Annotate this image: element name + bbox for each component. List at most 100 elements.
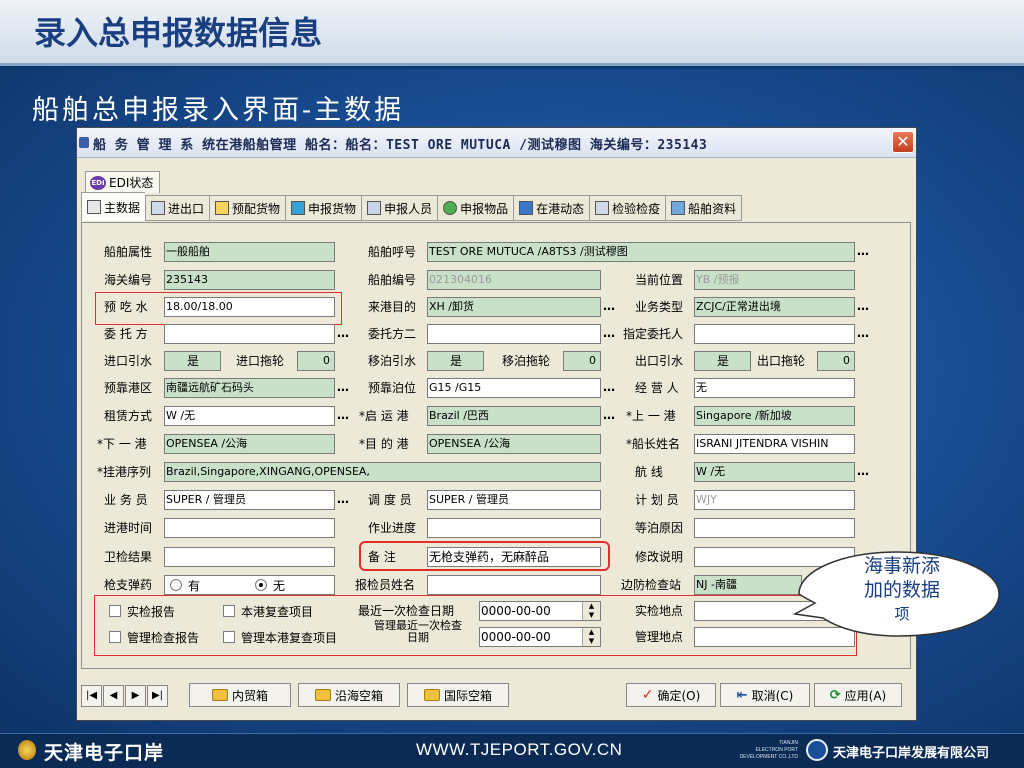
position-field[interactable]: YB /预报 xyxy=(694,270,855,290)
tab-declare-cargo[interactable]: 申报货物 xyxy=(285,195,362,221)
guns-label: 枪支弹药 xyxy=(104,578,153,592)
biz-type-field[interactable]: ZCJC/正常进出境 xyxy=(694,297,855,317)
agent1-field[interactable] xyxy=(164,324,335,344)
dispatcher-field[interactable]: SUPER / 管理员 xyxy=(427,490,601,510)
agent2-field[interactable] xyxy=(427,324,601,344)
tab-declare-goods[interactable]: 申报物品 xyxy=(437,195,514,221)
coastal-empty-box-button[interactable]: 沿海空箱 xyxy=(298,683,400,707)
customs-no-field[interactable]: 235143 xyxy=(164,270,335,290)
prev-record-button[interactable]: ◀ xyxy=(103,685,124,707)
operator-label: 经 营 人 xyxy=(635,381,679,395)
moor-pilot-field[interactable]: 是 xyxy=(427,351,484,371)
planner-field[interactable]: WJY xyxy=(694,490,855,510)
date-spinner[interactable]: ▲ ▼ xyxy=(582,628,600,646)
dest-port-label: *目 的 港 xyxy=(359,437,409,451)
import-export-icon xyxy=(151,201,166,215)
route-browse-button[interactable]: … xyxy=(856,462,870,482)
depart-port-field[interactable]: Brazil /巴西 xyxy=(427,406,601,426)
in-tug-field[interactable]: 0 xyxy=(297,351,335,371)
callout-line2: 加的数据 xyxy=(863,579,940,601)
biz-type-browse-button[interactable]: … xyxy=(856,297,870,317)
route-field[interactable]: W /无 xyxy=(694,462,855,482)
checkbox-box[interactable] xyxy=(223,631,235,643)
out-pilot-field[interactable]: 是 xyxy=(694,351,751,371)
domestic-box-button[interactable]: 内贸箱 xyxy=(189,683,291,707)
apply-button[interactable]: ⟳ 应用(A) xyxy=(814,683,902,707)
guns-option-no[interactable]: 无 xyxy=(255,575,285,595)
remark-field[interactable]: 无枪支弹药，无麻醉品 xyxy=(427,547,601,567)
next-record-button[interactable]: ▶ xyxy=(125,685,146,707)
footer-small-text: TIANJIN ELECTRON PORT DEVELOPMENT CO.,LT… xyxy=(736,740,798,761)
checkbox-box[interactable] xyxy=(109,605,121,617)
lease-field[interactable]: W /无 xyxy=(164,406,335,426)
intl-empty-box-button[interactable]: 国际空箱 xyxy=(407,683,509,707)
purpose-browse-button[interactable]: … xyxy=(602,297,616,317)
depart-port-browse-button[interactable]: … xyxy=(602,406,616,426)
berth-field[interactable]: G15 /G15 xyxy=(427,378,601,398)
last-record-button[interactable]: ▶| xyxy=(147,685,168,707)
callout-text: 海事新添 加的数据 项 xyxy=(843,554,961,626)
agent2-browse-button[interactable]: … xyxy=(602,324,616,344)
in-pilot-field[interactable]: 是 xyxy=(164,351,221,371)
checkbox-box[interactable] xyxy=(223,605,235,617)
call-sign-field[interactable]: TEST ORE MUTUCA /A8TS3 /测试穆图 xyxy=(427,242,855,262)
salesman-field[interactable]: SUPER / 管理员 xyxy=(164,490,335,510)
radio-yes[interactable] xyxy=(170,579,182,591)
lease-label: 租赁方式 xyxy=(104,409,153,423)
port-seq-label: *挂港序列 xyxy=(97,465,152,479)
captain-field[interactable]: ISRANI JITENDRA VISHIN xyxy=(694,434,855,454)
manage-report-checkbox[interactable]: 管理检查报告 xyxy=(109,627,199,647)
wait-reason-field[interactable] xyxy=(694,518,855,538)
border-station-field[interactable]: NJ -南疆 xyxy=(694,575,802,595)
first-record-button[interactable]: |◀ xyxy=(81,685,102,707)
manage-recheck-checkbox[interactable]: 管理本港复查项目 xyxy=(223,627,337,647)
operator-field[interactable]: 无 xyxy=(694,378,855,398)
port-seq-field[interactable]: Brazil,Singapore,XINGANG,OPENSEA, xyxy=(164,462,601,482)
tab-declare-people[interactable]: 申报人员 xyxy=(361,195,438,221)
dest-port-field[interactable]: OPENSEA /公海 xyxy=(427,434,601,454)
appointed-browse-button[interactable]: … xyxy=(856,324,870,344)
salesman-browse-button[interactable]: … xyxy=(336,490,350,510)
progress-field[interactable] xyxy=(427,518,601,538)
date-spinner[interactable]: ▲ ▼ xyxy=(582,602,600,620)
lease-browse-button[interactable]: … xyxy=(336,406,350,426)
agent1-browse-button[interactable]: … xyxy=(336,324,350,344)
guns-option-yes[interactable]: 有 xyxy=(170,575,200,595)
edi-icon: EDI xyxy=(90,175,106,190)
out-tug-field[interactable]: 0 xyxy=(817,351,855,371)
company-logo-icon xyxy=(806,739,828,761)
recheck-item-checkbox[interactable]: 本港复查项目 xyxy=(223,601,313,621)
call-sign-browse-button[interactable]: … xyxy=(856,242,870,262)
moor-tug-field[interactable]: 0 xyxy=(563,351,601,371)
tab-main-data[interactable]: 主数据 xyxy=(81,192,146,221)
ok-button[interactable]: ✓ 确定(O) xyxy=(626,683,716,707)
purpose-field[interactable]: XH /卸货 xyxy=(427,297,601,317)
berth-browse-button[interactable]: … xyxy=(602,378,616,398)
checkbox-box[interactable] xyxy=(109,631,121,643)
ship-info-icon xyxy=(671,201,686,215)
cancel-button[interactable]: ⇤ 取消(C) xyxy=(720,683,810,707)
health-result-field[interactable] xyxy=(164,547,335,567)
recent-check-date-field[interactable]: 0000-00-00 ▲ ▼ xyxy=(479,601,601,621)
appointed-field[interactable] xyxy=(694,324,855,344)
tab-edi-status[interactable]: EDI EDI状态 xyxy=(85,171,161,193)
next-port-field[interactable]: OPENSEA /公海 xyxy=(164,434,335,454)
prev-port-field[interactable]: Singapore /新加坡 xyxy=(694,406,855,426)
ship-no-field[interactable]: 021304016 xyxy=(427,270,601,290)
tab-port-dynamics[interactable]: 在港动态 xyxy=(513,195,590,221)
entry-time-field[interactable] xyxy=(164,518,335,538)
tab-preload-cargo[interactable]: 预配货物 xyxy=(209,195,286,221)
manage-recent-date-field[interactable]: 0000-00-00 ▲ ▼ xyxy=(479,627,601,647)
radio-no[interactable] xyxy=(255,579,267,591)
inspector-field[interactable] xyxy=(427,575,601,595)
draft-field[interactable]: 18.00/18.00 xyxy=(164,297,335,317)
berth-area-browse-button[interactable]: … xyxy=(336,378,350,398)
tab-ship-info[interactable]: 船舶资料 xyxy=(665,195,743,221)
ship-attr-field[interactable]: 一般船舶 xyxy=(164,242,335,262)
tab-import-export[interactable]: 进出口 xyxy=(145,195,210,221)
berth-area-field[interactable]: 南疆远航矿石码头 xyxy=(164,378,335,398)
check-report-checkbox[interactable]: 实检报告 xyxy=(109,601,175,621)
recent-check-date-label: 最近一次检查日期 xyxy=(358,604,455,618)
tab-inspection[interactable]: 检验检疫 xyxy=(589,195,666,221)
close-button[interactable]: ✕ xyxy=(892,131,914,153)
